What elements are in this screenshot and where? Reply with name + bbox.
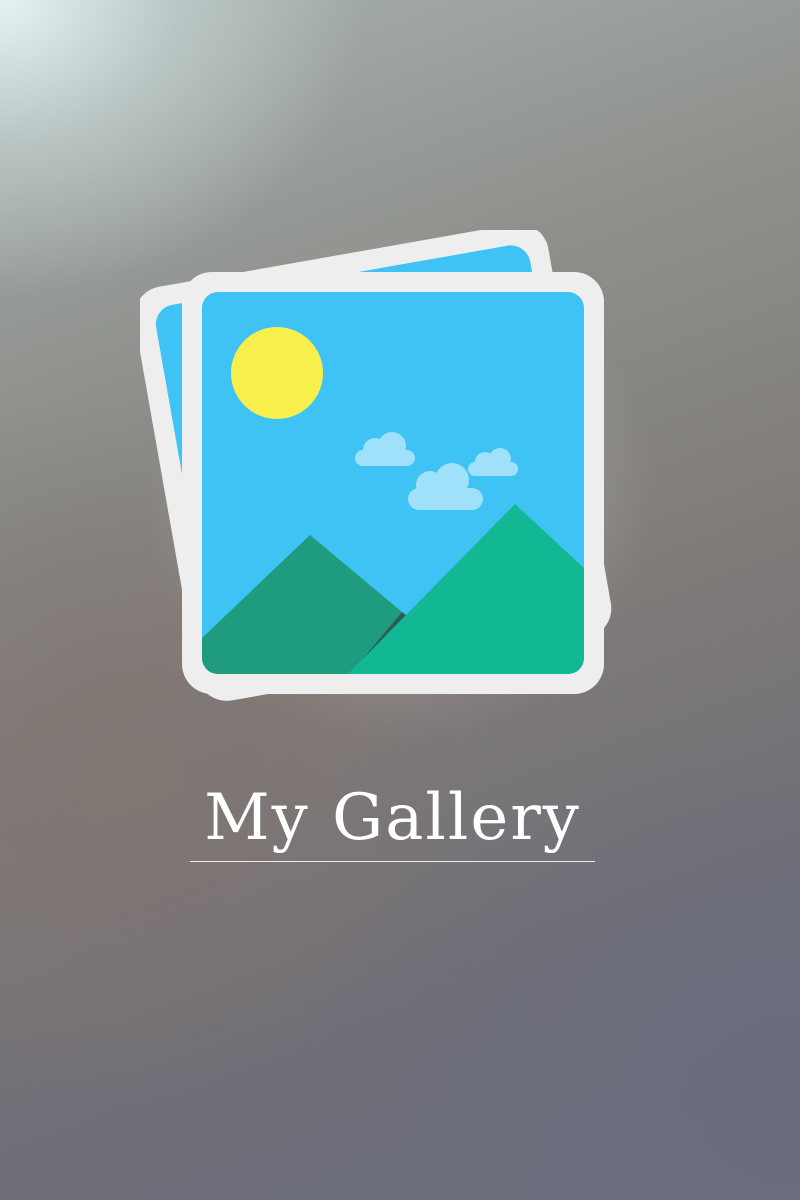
title-underline <box>190 861 595 862</box>
gallery-photo-stack-icon <box>140 230 612 701</box>
app-title: My Gallery <box>204 781 581 855</box>
splash-screen: My Gallery <box>0 0 800 1200</box>
front-photo <box>182 272 604 694</box>
sun-icon <box>231 327 323 419</box>
